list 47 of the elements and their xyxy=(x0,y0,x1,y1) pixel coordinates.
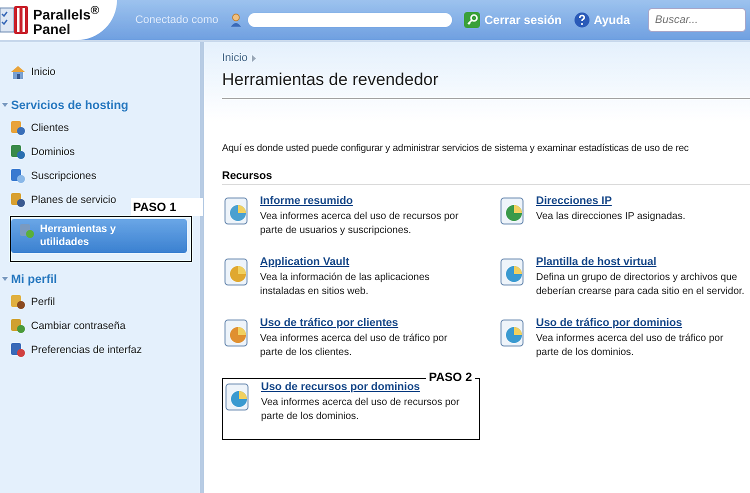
step-label: PASO 2 xyxy=(426,370,475,384)
menu-item-icon xyxy=(19,223,35,239)
menu-item-icon xyxy=(10,192,26,208)
sidebar-item[interactable]: Inicio xyxy=(0,60,66,84)
help-icon xyxy=(574,12,590,28)
search-field[interactable]: Buscar... xyxy=(648,8,746,32)
resource-link[interactable]: Informe resumido xyxy=(260,195,472,207)
sidebar-item[interactable]: Suscripciones xyxy=(0,164,106,188)
resource-description: Vea informes acerca del uso de recursos por parte de usuarios y suscripciones. xyxy=(260,210,460,238)
resource-link[interactable]: Uso de recursos por dominios xyxy=(261,381,473,393)
resource-description: Vea la información de las aplicaciones instaladas en sitios web. xyxy=(260,271,431,299)
house-icon xyxy=(10,64,26,80)
menu-item-icon xyxy=(10,318,26,334)
resource-description: Vea informes acerca del uso de tráfico por parte de los clientes. xyxy=(260,332,448,360)
logo-text: Panel xyxy=(33,22,72,36)
key-icon xyxy=(464,12,480,28)
sidebar-section-title[interactable]: Mi perfil xyxy=(0,268,200,290)
chevron-icon xyxy=(252,54,256,62)
resource-link[interactable]: Plantilla de host virtual xyxy=(536,256,748,268)
resource-link[interactable]: Direcciones IP xyxy=(536,195,748,207)
resource-link[interactable]: Uso de tráfico por clientes xyxy=(260,317,472,329)
resource-description: Vea informes acerca del uso de recursos por parte de los dominios. xyxy=(261,396,460,424)
sidebar-item[interactable]: Planes de servicio xyxy=(0,188,126,212)
menu-item-icon xyxy=(10,294,26,310)
resource-link[interactable]: Application Vault xyxy=(260,256,472,268)
connected-label: Conectado como xyxy=(135,14,218,26)
breadcrumb-link[interactable]: Inicio xyxy=(222,52,248,64)
step-label: PASO 1 xyxy=(131,198,203,216)
sidebar-section-title[interactable]: Servicios de hosting xyxy=(0,94,200,116)
menu-item-icon xyxy=(10,168,26,184)
resource-description: Vea informes acerca del uso de tráfico por parte de los dominios. xyxy=(536,332,724,360)
menu-item-icon xyxy=(10,342,26,358)
resource-description: Vea las direcciones IP asignadas. xyxy=(536,210,686,224)
sidebar-item[interactable]: Preferencias de interfaz xyxy=(0,338,152,362)
resource-description: Defina un grupo de directorios y archivos que deberían crearse para cada sitio en el servidor. xyxy=(536,271,746,299)
page-title: Herramientas de revendedor xyxy=(222,70,750,99)
section-heading: Recursos xyxy=(222,170,272,182)
sidebar-item[interactable]: Perfil xyxy=(0,290,65,314)
logo-text: Parallels$^{®}$ xyxy=(33,4,100,22)
sidebar-item[interactable]: Dominios xyxy=(0,140,85,164)
page-description: Aquí es donde usted puede configurar y administrar servicios de sistema y examinar estadísticas de uso de rec xyxy=(222,143,690,154)
menu-item-icon xyxy=(10,120,26,136)
sidebar-item[interactable]: Clientes xyxy=(0,116,79,140)
sidebar-item[interactable]: Cambiar contraseña xyxy=(0,314,136,338)
menu-item-icon xyxy=(10,144,26,160)
user-icon xyxy=(230,12,242,28)
resource-link[interactable]: Uso de tráfico por dominios xyxy=(536,317,748,329)
